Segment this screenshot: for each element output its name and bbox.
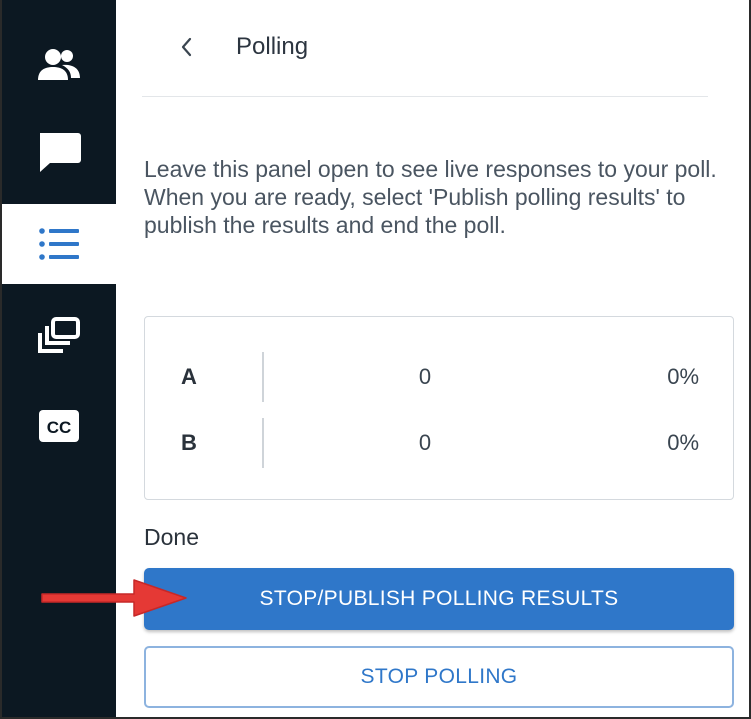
users-icon: [36, 46, 82, 86]
panel-header: Polling: [142, 0, 708, 97]
result-divider: [262, 418, 264, 468]
svg-text:CC: CC: [47, 418, 72, 437]
result-count: 0: [418, 430, 432, 455]
polling-panel: Polling Leave this panel open to see liv…: [116, 0, 749, 717]
result-percent: 0%: [667, 364, 699, 389]
poll-status: Done: [144, 524, 199, 550]
sidebar-item-polling[interactable]: [2, 204, 116, 284]
publish-results-button[interactable]: STOP/PUBLISH POLLING RESULTS: [144, 568, 734, 630]
result-row-b: B 0 0%: [145, 418, 733, 468]
result-option: A: [181, 364, 197, 389]
screenshare-icon: [37, 316, 81, 356]
sidebar-item-screenshare[interactable]: [2, 296, 116, 376]
result-option: B: [181, 430, 197, 455]
closed-captions-icon: CC: [38, 409, 80, 443]
panel-title: Polling: [236, 33, 309, 60]
stop-polling-button[interactable]: STOP POLLING: [144, 646, 734, 708]
list-icon: [38, 226, 80, 262]
app-window: CC Polling Leave this panel open to see …: [0, 0, 751, 719]
poll-results-table: A 0 0% B 0 0%: [144, 316, 734, 500]
chevron-left-icon: [179, 36, 193, 63]
chat-icon: [36, 130, 82, 174]
back-button[interactable]: [172, 34, 200, 64]
annotation-arrow-icon: [41, 579, 187, 617]
result-count: 0: [418, 364, 432, 389]
sidebar-item-users[interactable]: [2, 26, 116, 106]
result-row-a: A 0 0%: [145, 352, 733, 402]
instructions-text: Leave this panel open to see live respon…: [144, 156, 717, 238]
sidebar-item-chat[interactable]: [2, 112, 116, 192]
result-percent: 0%: [667, 430, 699, 455]
sidebar-item-closed-captions[interactable]: CC: [2, 386, 116, 466]
result-divider: [262, 352, 264, 402]
